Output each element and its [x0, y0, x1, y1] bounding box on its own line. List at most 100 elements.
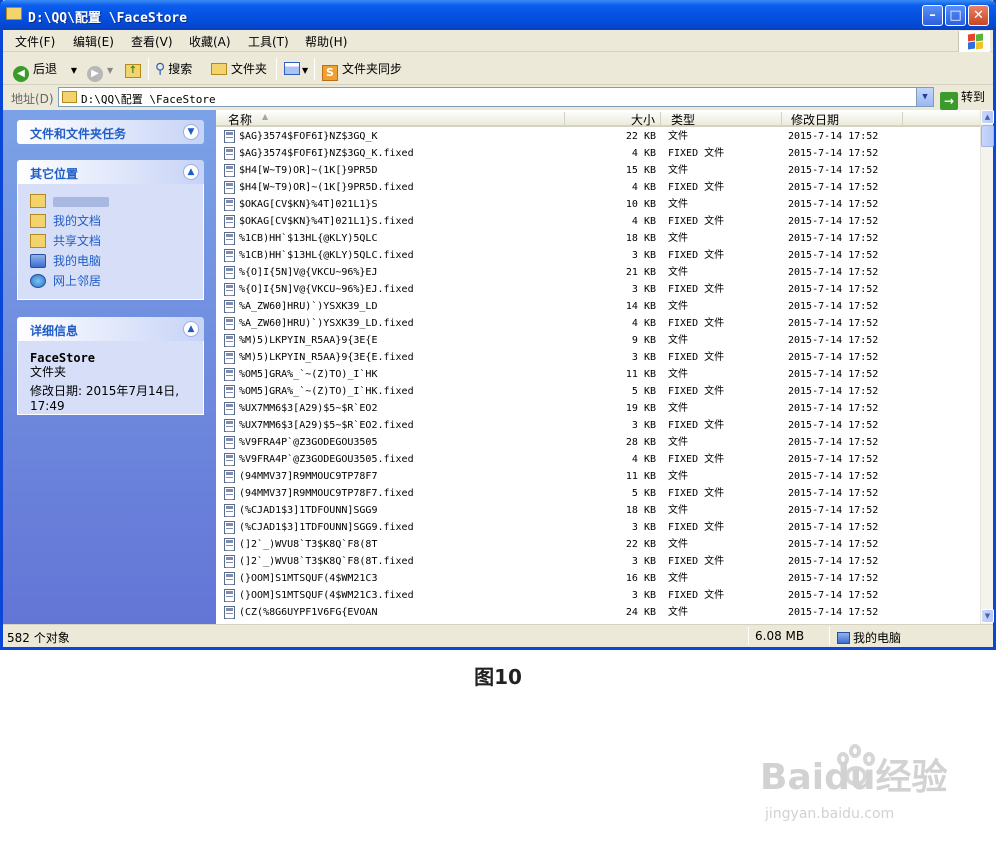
- status-object-count: 582 个对象: [7, 631, 70, 645]
- file-row[interactable]: $H4[W~T9)OR]~(1K[}9PR5D.fixed 4 KB FIXED 文…: [216, 179, 980, 196]
- scroll-thumb[interactable]: [981, 125, 994, 147]
- file-row[interactable]: (]2`_)WVU8`T3$K8Q`F8(8T 22 KB 文件 2015-7-14 …: [216, 536, 980, 553]
- file-row[interactable]: %UX7MM6$3[A29)$5~$R`EO2 19 KB 文件 2015-7-14 …: [216, 400, 980, 417]
- column-type[interactable]: 类型: [671, 111, 695, 128]
- menu-edit[interactable]: 编辑(E): [73, 33, 114, 50]
- maximize-button[interactable]: □: [945, 5, 966, 26]
- file-size: 3 KB: [631, 250, 656, 261]
- details-header[interactable]: 详细信息 ▲: [17, 317, 204, 341]
- file-row[interactable]: %{O]I{5N]V@{VKCU~96%}EJ 21 KB 文件 2015-7-14 …: [216, 264, 980, 281]
- file-row[interactable]: (94MMV37]R9MMOUC9TP78F7 11 KB 文件 2015-7-14 …: [216, 468, 980, 485]
- file-type: 文件: [668, 199, 688, 210]
- detail-folder-name: FaceStore: [30, 351, 96, 365]
- status-separator: [748, 627, 749, 645]
- file-row[interactable]: %A_ZW60]HRU)`)YSXK39_LD.fixed 4 KB FIXED 文…: [216, 315, 980, 332]
- column-modified[interactable]: 修改日期: [791, 111, 839, 128]
- detail-modified: 修改日期: 2015年7月14日, 17:49: [30, 384, 180, 413]
- file-type: FIXED 文件: [668, 386, 725, 397]
- menu-tools[interactable]: 工具(T): [248, 33, 289, 50]
- search-button[interactable]: ⚲ 搜索: [155, 59, 192, 79]
- file-row[interactable]: %{O]I{5N]V@{VKCU~96%}EJ.fixed 3 KB FIXED 文…: [216, 281, 980, 298]
- back-dropdown-icon[interactable]: ▼: [71, 66, 77, 75]
- file-row[interactable]: %OM5]GRA%_`~(Z)TO)_I`HK 11 KB 文件 2015-7-14 …: [216, 366, 980, 383]
- file-row[interactable]: $OKAG[CV$KN}%4T]021L1}S 10 KB 文件 2015-7-14 …: [216, 196, 980, 213]
- column-separator[interactable]: [902, 112, 903, 125]
- address-bar: 地址(D) D:\QQ\配置 \FaceStore ▼ → 转到: [3, 86, 993, 110]
- file-size: 11 KB: [625, 471, 656, 482]
- go-button[interactable]: → 转到: [940, 88, 985, 110]
- file-row[interactable]: %A_ZW60]HRU)`)YSXK39_LD 14 KB 文件 2015-7-14 …: [216, 298, 980, 315]
- chevron-up-icon[interactable]: ▲: [183, 164, 199, 180]
- vertical-scrollbar[interactable]: ▲ ▼: [980, 110, 994, 624]
- file-icon: [224, 215, 235, 228]
- file-row[interactable]: %UX7MM6$3[A29)$5~$R`EO2.fixed 3 KB FIXED 文…: [216, 417, 980, 434]
- menu-help[interactable]: 帮助(H): [305, 33, 347, 50]
- status-separator: [829, 627, 830, 645]
- column-separator[interactable]: [781, 112, 782, 125]
- place-shared-documents[interactable]: 共享文档: [30, 232, 193, 252]
- file-modified: 2015-7-14 17:52: [788, 250, 879, 261]
- file-row[interactable]: (]2`_)WVU8`T3$K8Q`F8(8T.fixed 3 KB FIXED 文…: [216, 553, 980, 570]
- file-row[interactable]: %1CB)HH`$13HL{@KLY)5QLC 18 KB 文件 2015-7-14 …: [216, 230, 980, 247]
- file-row[interactable]: (%CJAD1$3]1TDFOUNN]SGG9.fixed 3 KB FIXED 文…: [216, 519, 980, 536]
- file-row[interactable]: %OM5]GRA%_`~(Z)TO)_I`HK.fixed 5 KB FIXED 文…: [216, 383, 980, 400]
- chevron-down-icon[interactable]: ▼: [183, 124, 199, 140]
- file-row[interactable]: (%CJAD1$3]1TDFOUNN]SGG9 18 KB 文件 2015-7-14 …: [216, 502, 980, 519]
- file-type: 文件: [668, 505, 688, 516]
- file-row[interactable]: (94MMV37]R9MMOUC9TP78F7.fixed 5 KB FIXED 文…: [216, 485, 980, 502]
- views-button[interactable]: ▼: [284, 59, 308, 79]
- title-bar[interactable]: D:\QQ\配置 \FaceStore – □ ✕: [0, 0, 996, 30]
- folders-button[interactable]: 文件夹: [211, 59, 267, 79]
- file-row[interactable]: %V9FRA4P`@Z3GODEGOU3505 28 KB 文件 2015-7-14 …: [216, 434, 980, 451]
- menu-file[interactable]: 文件(F): [15, 33, 55, 50]
- column-name[interactable]: 名称: [228, 111, 252, 128]
- file-name: (94MMV37]R9MMOUC9TP78F7.fixed: [239, 488, 414, 499]
- column-size[interactable]: 大小: [631, 111, 655, 128]
- place-parent-folder[interactable]: [30, 192, 193, 212]
- file-modified: 2015-7-14 17:52: [788, 522, 879, 533]
- column-separator[interactable]: [564, 112, 565, 125]
- close-button[interactable]: ✕: [968, 5, 989, 26]
- place-network[interactable]: 网上邻居: [30, 272, 193, 292]
- place-my-computer[interactable]: 我的电脑: [30, 252, 193, 272]
- file-row[interactable]: $H4[W~T9)OR]~(1K[}9PR5D 15 KB 文件 2015-7-14 …: [216, 162, 980, 179]
- views-icon: [284, 62, 300, 75]
- chevron-up-icon[interactable]: ▲: [183, 321, 199, 337]
- file-row[interactable]: %M)5)LKPYIN_R5AA}9{3E{E 9 KB 文件 2015-7-14 1…: [216, 332, 980, 349]
- file-row[interactable]: %1CB)HH`$13HL{@KLY)5QLC.fixed 3 KB FIXED 文…: [216, 247, 980, 264]
- place-my-documents[interactable]: 我的文档: [30, 212, 193, 232]
- scroll-up-icon[interactable]: ▲: [981, 110, 994, 124]
- file-row[interactable]: $AG}3574$FOF6I}NZ$3GQ_K 22 KB 文件 2015-7-14 …: [216, 128, 980, 145]
- file-modified: 2015-7-14 17:52: [788, 165, 879, 176]
- file-name: $OKAG[CV$KN}%4T]021L1}S.fixed: [239, 216, 414, 227]
- file-row[interactable]: $OKAG[CV$KN}%4T]021L1}S.fixed 4 KB FIXED 文…: [216, 213, 980, 230]
- file-name: (%CJAD1$3]1TDFOUNN]SGG9.fixed: [239, 522, 414, 533]
- forward-button[interactable]: ▶ ▼: [87, 59, 113, 82]
- views-dropdown-icon[interactable]: ▼: [302, 66, 308, 75]
- file-tasks-header[interactable]: 文件和文件夹任务 ▼: [17, 120, 204, 144]
- file-type: 文件: [668, 301, 688, 312]
- column-separator[interactable]: [660, 112, 661, 125]
- file-row[interactable]: %M)5)LKPYIN_R5AA}9{3E{E.fixed 3 KB FIXED 文…: [216, 349, 980, 366]
- scroll-down-icon[interactable]: ▼: [981, 609, 994, 623]
- file-row[interactable]: (}OOM]S1MTSQUF(4$WM21C3.fixed 3 KB FIXED 文…: [216, 587, 980, 604]
- file-row[interactable]: %V9FRA4P`@Z3GODEGOU3505.fixed 4 KB FIXED 文…: [216, 451, 980, 468]
- other-places-header[interactable]: 其它位置 ▲: [17, 160, 204, 184]
- up-folder-button[interactable]: ↑: [125, 59, 141, 79]
- shared-folder-icon: [30, 234, 46, 248]
- details-panel: 详细信息 ▲ FaceStore 文件夹 修改日期: 2015年7月14日, 1…: [17, 317, 204, 415]
- address-dropdown-icon[interactable]: ▼: [916, 88, 933, 106]
- menu-view[interactable]: 查看(V): [131, 33, 173, 50]
- forward-dropdown-icon[interactable]: ▼: [107, 66, 113, 75]
- file-modified: 2015-7-14 17:52: [788, 335, 879, 346]
- file-row[interactable]: (}OOM]S1MTSQUF(4$WM21C3 16 KB 文件 2015-7-14 …: [216, 570, 980, 587]
- folder-sync-button[interactable]: S 文件夹同步: [322, 59, 402, 81]
- menu-favorites[interactable]: 收藏(A): [189, 33, 231, 50]
- file-name: $AG}3574$FOF6I}NZ$3GQ_K.fixed: [239, 148, 414, 159]
- address-input[interactable]: D:\QQ\配置 \FaceStore ▼: [58, 87, 934, 107]
- file-size: 16 KB: [625, 573, 656, 584]
- minimize-button[interactable]: –: [922, 5, 943, 26]
- back-button[interactable]: ◀ 后退 ▼: [13, 59, 77, 82]
- file-row[interactable]: (CZ(%8G6UYPF1V6FG{EVOAN 24 KB 文件 2015-7-14 …: [216, 604, 980, 621]
- file-row[interactable]: $AG}3574$FOF6I}NZ$3GQ_K.fixed 4 KB FIXED 文…: [216, 145, 980, 162]
